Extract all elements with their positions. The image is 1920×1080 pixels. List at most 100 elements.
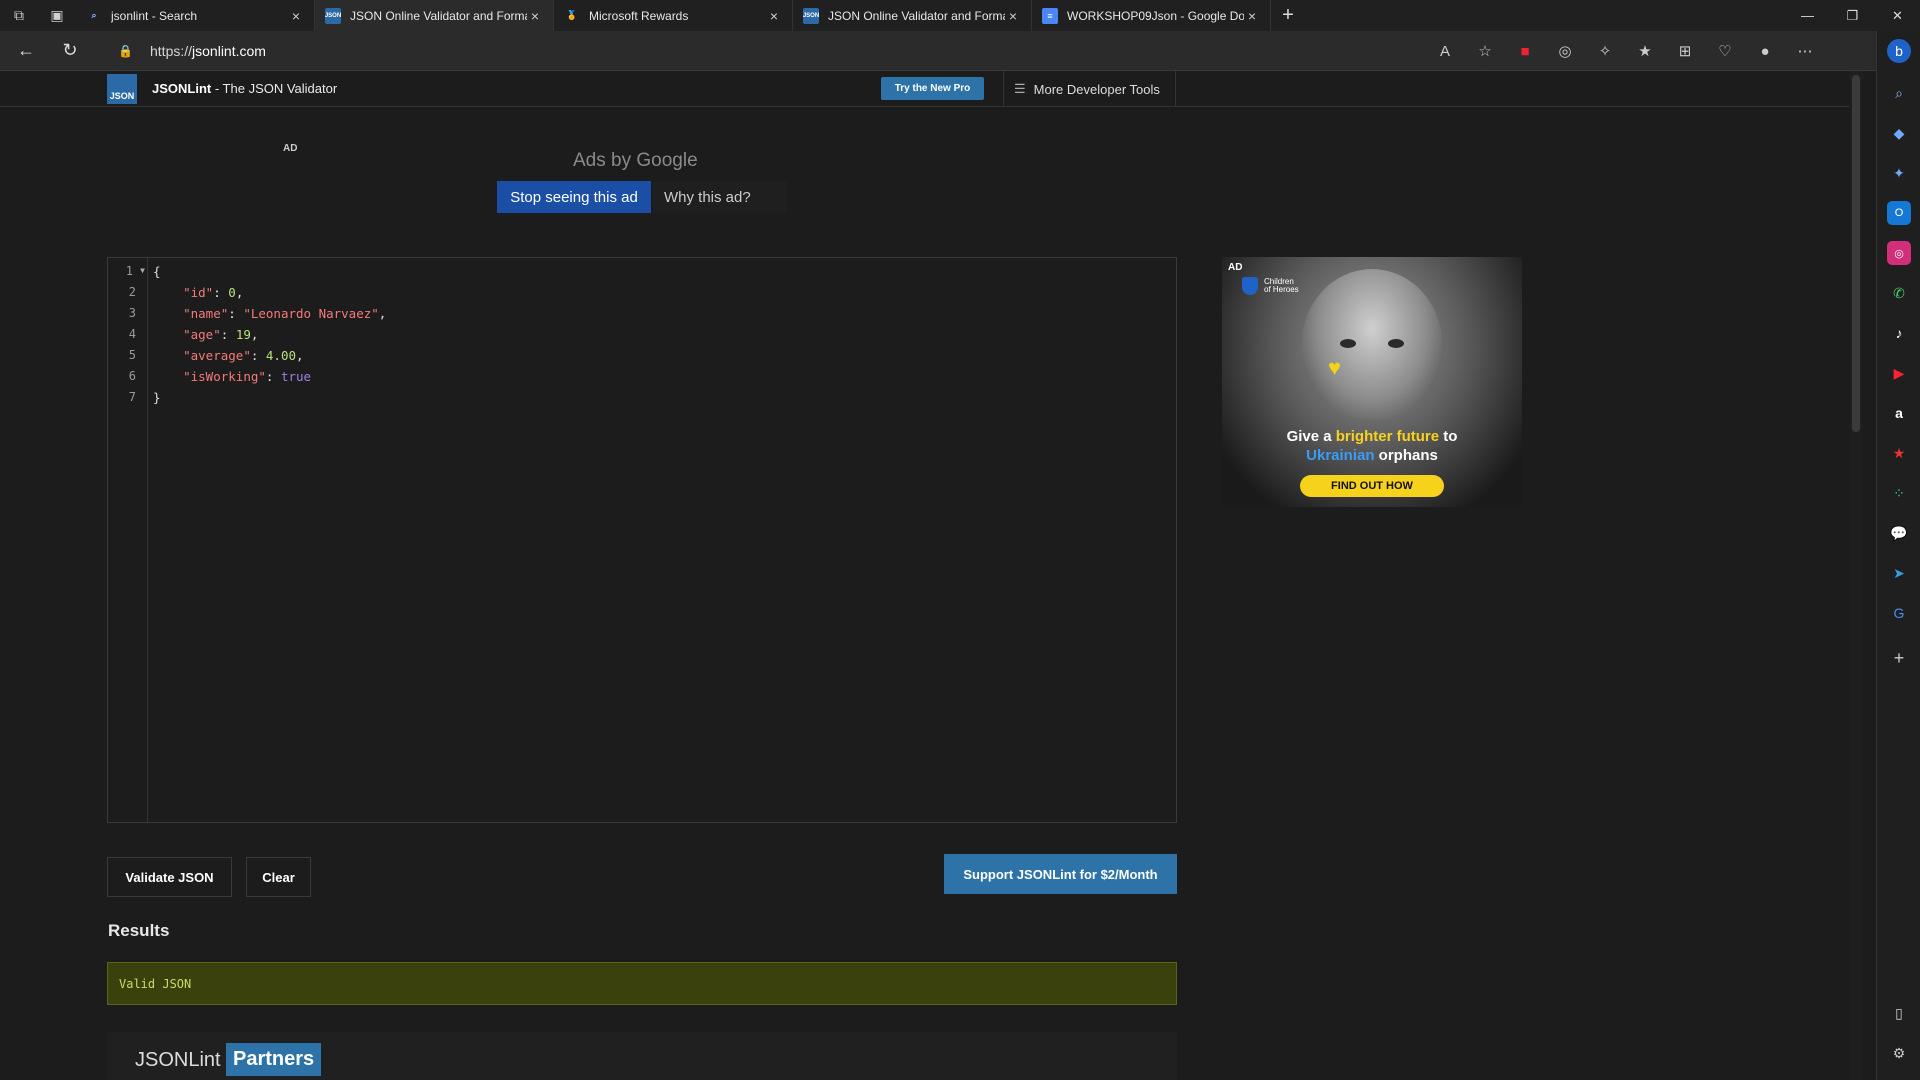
window-controls: — ❐ ✕ bbox=[1785, 0, 1920, 31]
translate-icon[interactable]: G bbox=[1887, 601, 1911, 625]
read-aloud-icon[interactable]: A bbox=[1425, 31, 1465, 71]
search-icon: ⌕ bbox=[91, 10, 97, 20]
json-value: 4.00 bbox=[265, 348, 297, 363]
validate-json-button[interactable]: Validate JSON bbox=[107, 857, 232, 897]
workspaces-icon[interactable]: ⧉ bbox=[0, 0, 38, 31]
json-value: "Leonardo Narvaez" bbox=[243, 306, 379, 321]
jsonlint-logo[interactable]: JSON bbox=[107, 74, 137, 104]
jsonlint-favicon-icon: JSON bbox=[325, 7, 341, 24]
collections-icon[interactable]: ⊞ bbox=[1665, 31, 1705, 71]
side-advertisement[interactable]: ♥ AD Children of Heroes Give a brighter f… bbox=[1222, 257, 1522, 507]
browser-essentials-icon[interactable]: ♡ bbox=[1705, 31, 1745, 71]
code-line: { bbox=[153, 264, 161, 279]
close-brace: } bbox=[153, 390, 161, 405]
extension-red-icon[interactable]: ■ bbox=[1505, 31, 1545, 71]
new-tab-button[interactable]: + bbox=[1271, 0, 1305, 31]
ad-headline: Give a brighter future to Ukrainian orph… bbox=[1222, 427, 1522, 465]
results-output: Valid JSON bbox=[107, 962, 1177, 1005]
json-value: true bbox=[280, 369, 312, 384]
line-number: 1 bbox=[125, 264, 133, 278]
tab-title: WORKSHOP09Json - Google Docs bbox=[1067, 8, 1244, 23]
scrollbar-thumb[interactable] bbox=[1852, 75, 1860, 432]
messenger-icon[interactable]: 💬 bbox=[1887, 521, 1911, 545]
children-of-heroes-logo: Children of Heroes bbox=[1242, 277, 1299, 295]
hamburger-menu-icon: ☰ bbox=[1014, 81, 1026, 96]
hide-sidebar-icon[interactable]: ▯ bbox=[1887, 1001, 1911, 1025]
tab-microsoft-rewards[interactable]: 🏅 Microsoft Rewards × bbox=[554, 0, 793, 31]
toolbar-icons: A ☆ ■ ◎ ✧ ★ ⊞ ♡ ● ⋯ bbox=[1425, 31, 1825, 71]
search-icon[interactable]: ⌕ bbox=[1887, 81, 1911, 105]
find-out-how-button[interactable]: FIND OUT HOW bbox=[1300, 475, 1444, 497]
site-header: JSON JSONLint - The JSON Validator Try t… bbox=[0, 71, 1849, 107]
amazon-icon[interactable]: a bbox=[1887, 401, 1911, 425]
minimize-icon[interactable]: — bbox=[1785, 0, 1830, 31]
add-app-icon[interactable]: + bbox=[1887, 646, 1911, 670]
tab-google-docs[interactable]: ≡ WORKSHOP09Json - Google Docs × bbox=[1032, 0, 1271, 31]
tiktok-icon[interactable]: ♪ bbox=[1887, 321, 1911, 345]
more-developer-tools-menu[interactable]: ☰ More Developer Tools bbox=[1003, 71, 1176, 107]
tab-strip: ⧉ ▣ ⌕ jsonlint - Search × JSON JSON Onli… bbox=[0, 0, 1920, 31]
headline-part: Give a bbox=[1286, 428, 1336, 445]
extension-glasses-icon[interactable]: ◎ bbox=[1545, 31, 1585, 71]
org-name: Children of Heroes bbox=[1264, 277, 1299, 295]
site-brand[interactable]: JSONLint - The JSON Validator bbox=[152, 81, 337, 96]
profile-avatar[interactable]: ● bbox=[1745, 31, 1785, 71]
shopping-tag-icon[interactable]: ◆ bbox=[1887, 121, 1911, 145]
eye bbox=[1340, 339, 1356, 348]
rewards-medal-icon: 🏅 bbox=[566, 10, 578, 20]
copilot-icon[interactable]: ✦ bbox=[1887, 161, 1911, 185]
partners-highlight: Partners bbox=[226, 1043, 322, 1076]
ad-label: AD bbox=[283, 143, 298, 154]
headline-highlight: Ukrainian bbox=[1306, 447, 1375, 464]
youtube-icon[interactable]: ▶ bbox=[1887, 361, 1911, 385]
close-icon[interactable]: × bbox=[766, 8, 782, 24]
star-app-icon[interactable]: ★ bbox=[1887, 441, 1911, 465]
close-icon[interactable]: × bbox=[1244, 8, 1260, 24]
json-key: "id" bbox=[183, 285, 214, 300]
close-icon[interactable]: × bbox=[527, 8, 543, 24]
address-bar[interactable]: 🔒 https://jsonlint.com bbox=[104, 35, 1494, 67]
fold-arrow-icon[interactable]: ▼ bbox=[140, 266, 145, 275]
tab-title: JSON Online Validator and Formatter - JS… bbox=[350, 8, 527, 23]
code-line: "age": 19, bbox=[183, 327, 259, 342]
heart-icon: ♥ bbox=[1328, 355, 1342, 380]
whatsapp-icon[interactable]: ✆ bbox=[1887, 281, 1911, 305]
json-key: "average" bbox=[183, 348, 251, 363]
more-options-icon[interactable]: ⋯ bbox=[1785, 31, 1825, 71]
tab-jsonlint-search[interactable]: ⌕ jsonlint - Search × bbox=[76, 0, 315, 31]
settings-gear-icon[interactable]: ⚙ bbox=[1887, 1041, 1911, 1065]
tab-jsonlint-active[interactable]: JSON JSON Online Validator and Formatter… bbox=[315, 0, 554, 31]
json-editor[interactable]: 1 ▼ 2 3 4 5 6 7 { "id": 0, "name": "Leon… bbox=[107, 257, 1177, 823]
code-line: "average": 4.00, bbox=[183, 348, 304, 363]
clear-button[interactable]: Clear bbox=[246, 857, 311, 897]
url-host: jsonlint.com bbox=[192, 43, 266, 59]
code-line: "id": 0, bbox=[183, 285, 244, 300]
restore-icon[interactable]: ❐ bbox=[1830, 0, 1875, 31]
code-line: } bbox=[153, 390, 161, 405]
url-protocol: https:// bbox=[150, 43, 193, 59]
bing-copilot-icon[interactable]: b bbox=[1887, 39, 1911, 63]
page-scrollbar[interactable] bbox=[1849, 71, 1863, 1080]
telegram-icon[interactable]: ➤ bbox=[1887, 561, 1911, 585]
lock-icon[interactable]: 🔒 bbox=[118, 44, 138, 58]
add-favorite-icon[interactable]: ☆ bbox=[1465, 31, 1505, 71]
tab-actions-icon[interactable]: ▣ bbox=[38, 0, 76, 31]
refresh-icon[interactable]: ↻ bbox=[52, 33, 88, 69]
instagram-icon[interactable]: ◎ bbox=[1887, 241, 1911, 265]
support-jsonlint-button[interactable]: Support JSONLint for $2/Month bbox=[944, 854, 1177, 894]
close-window-icon[interactable]: ✕ bbox=[1875, 0, 1920, 31]
back-icon[interactable]: ← bbox=[8, 33, 44, 69]
close-icon[interactable]: × bbox=[1005, 8, 1021, 24]
try-new-pro-button[interactable]: Try the New Pro bbox=[881, 77, 984, 100]
ad-label: AD bbox=[1228, 262, 1243, 273]
why-this-ad-button[interactable]: Why this ad? bbox=[653, 181, 787, 213]
stop-seeing-ad-button[interactable]: Stop seeing this ad bbox=[497, 181, 651, 213]
tab-jsonlint-2[interactable]: JSON JSON Online Validator and Formatter… bbox=[793, 0, 1032, 31]
org-name-line2: of Heroes bbox=[1264, 285, 1299, 294]
games-icon[interactable]: ⁘ bbox=[1887, 481, 1911, 505]
close-icon[interactable]: × bbox=[288, 8, 304, 24]
extensions-icon[interactable]: ✧ bbox=[1585, 31, 1625, 71]
favorites-icon[interactable]: ★ bbox=[1625, 31, 1665, 71]
outlook-icon[interactable]: O bbox=[1887, 201, 1911, 225]
line-number: 7 bbox=[128, 390, 136, 404]
